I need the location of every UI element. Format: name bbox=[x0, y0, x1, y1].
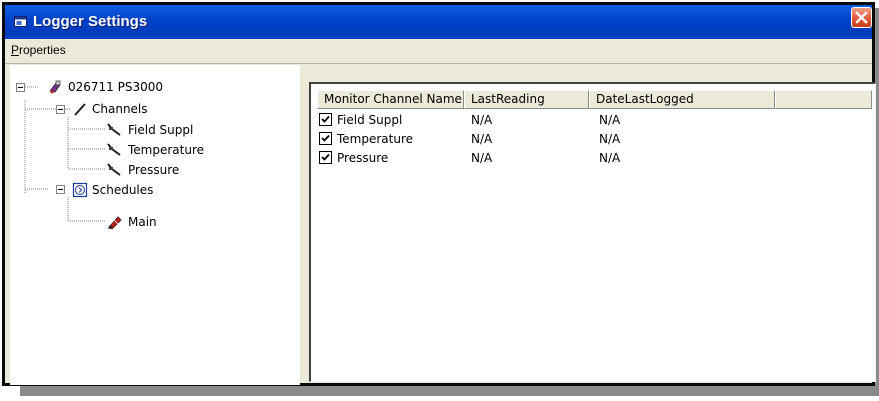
cell-channel-name: Temperature bbox=[337, 132, 414, 146]
tree-label-channel: Pressure bbox=[128, 162, 180, 177]
cell-last-reading: N/A bbox=[471, 151, 493, 165]
title-bar[interactable]: Logger Settings bbox=[5, 5, 872, 39]
tree-label-channel: Field Suppl bbox=[128, 122, 194, 137]
tree-node-root[interactable]: 026711 PS3000 bbox=[48, 78, 163, 95]
column-header-name[interactable]: Monitor Channel Name bbox=[317, 90, 464, 109]
channels-icon bbox=[74, 102, 86, 116]
collapse-channels-icon[interactable] bbox=[56, 105, 65, 114]
row-checkbox[interactable] bbox=[319, 132, 332, 145]
checkmark-icon bbox=[321, 134, 330, 142]
cell-last-reading: N/A bbox=[471, 132, 493, 146]
menu-bar: Properties bbox=[5, 39, 872, 63]
checkmark-icon bbox=[321, 153, 330, 161]
collapse-schedules-icon[interactable] bbox=[56, 185, 65, 194]
schedule-item-icon bbox=[108, 215, 122, 230]
channel-list[interactable]: Monitor Channel Name LastReading DateLas… bbox=[309, 82, 876, 382]
column-header-date-last-logged[interactable]: DateLastLogged bbox=[589, 90, 775, 109]
collapse-root-icon[interactable] bbox=[16, 83, 25, 92]
tree-node-channels[interactable]: Channels bbox=[72, 100, 148, 117]
probe-icon bbox=[107, 122, 121, 136]
tree-label-schedules: Schedules bbox=[92, 182, 154, 197]
schedule-icon bbox=[72, 182, 88, 197]
checkmark-icon bbox=[321, 115, 330, 123]
probe-icon bbox=[107, 142, 121, 156]
cell-date-last-logged: N/A bbox=[599, 132, 621, 146]
tree-node-channel-temperature[interactable]: Temperature bbox=[106, 141, 204, 158]
tree-node-channel-field-suppl[interactable]: Field Suppl bbox=[106, 121, 193, 138]
channel-tree[interactable]: 026711 PS3000 Channels Field Suppl Tempe… bbox=[10, 65, 300, 385]
tree-node-channel-pressure[interactable]: Pressure bbox=[106, 161, 179, 178]
table-row[interactable]: Temperature N/A N/A bbox=[311, 131, 875, 149]
window-title: Logger Settings bbox=[33, 13, 148, 30]
menu-separator bbox=[5, 63, 872, 64]
column-header-last-reading[interactable]: LastReading bbox=[464, 90, 589, 109]
cell-date-last-logged: N/A bbox=[599, 151, 621, 165]
logger-settings-window: Logger Settings Properties 026711 PS3000… bbox=[2, 2, 876, 386]
app-window-icon bbox=[14, 16, 27, 27]
tree-label-channel: Temperature bbox=[128, 142, 205, 157]
cell-channel-name: Pressure bbox=[337, 151, 389, 165]
row-checkbox[interactable] bbox=[319, 113, 332, 126]
menu-properties[interactable]: Properties bbox=[11, 43, 66, 57]
logger-device-icon bbox=[49, 80, 61, 93]
close-icon bbox=[855, 11, 868, 24]
tree-node-schedules[interactable]: Schedules bbox=[72, 181, 153, 198]
column-header-filler bbox=[775, 90, 872, 109]
cell-last-reading: N/A bbox=[471, 113, 493, 127]
window-shadow-bottom bbox=[20, 386, 879, 396]
tree-label-channels: Channels bbox=[92, 101, 148, 116]
tree-label-root: 026711 PS3000 bbox=[68, 79, 164, 94]
row-checkbox[interactable] bbox=[319, 151, 332, 164]
table-row[interactable]: Field Suppl N/A N/A bbox=[311, 112, 875, 130]
cell-channel-name: Field Suppl bbox=[337, 113, 403, 127]
tree-node-schedule-main[interactable]: Main bbox=[106, 213, 157, 230]
table-row[interactable]: Pressure N/A N/A bbox=[311, 150, 875, 168]
close-button[interactable] bbox=[851, 7, 872, 28]
tree-label-schedule: Main bbox=[128, 214, 157, 229]
cell-date-last-logged: N/A bbox=[599, 113, 621, 127]
probe-icon bbox=[107, 162, 121, 176]
